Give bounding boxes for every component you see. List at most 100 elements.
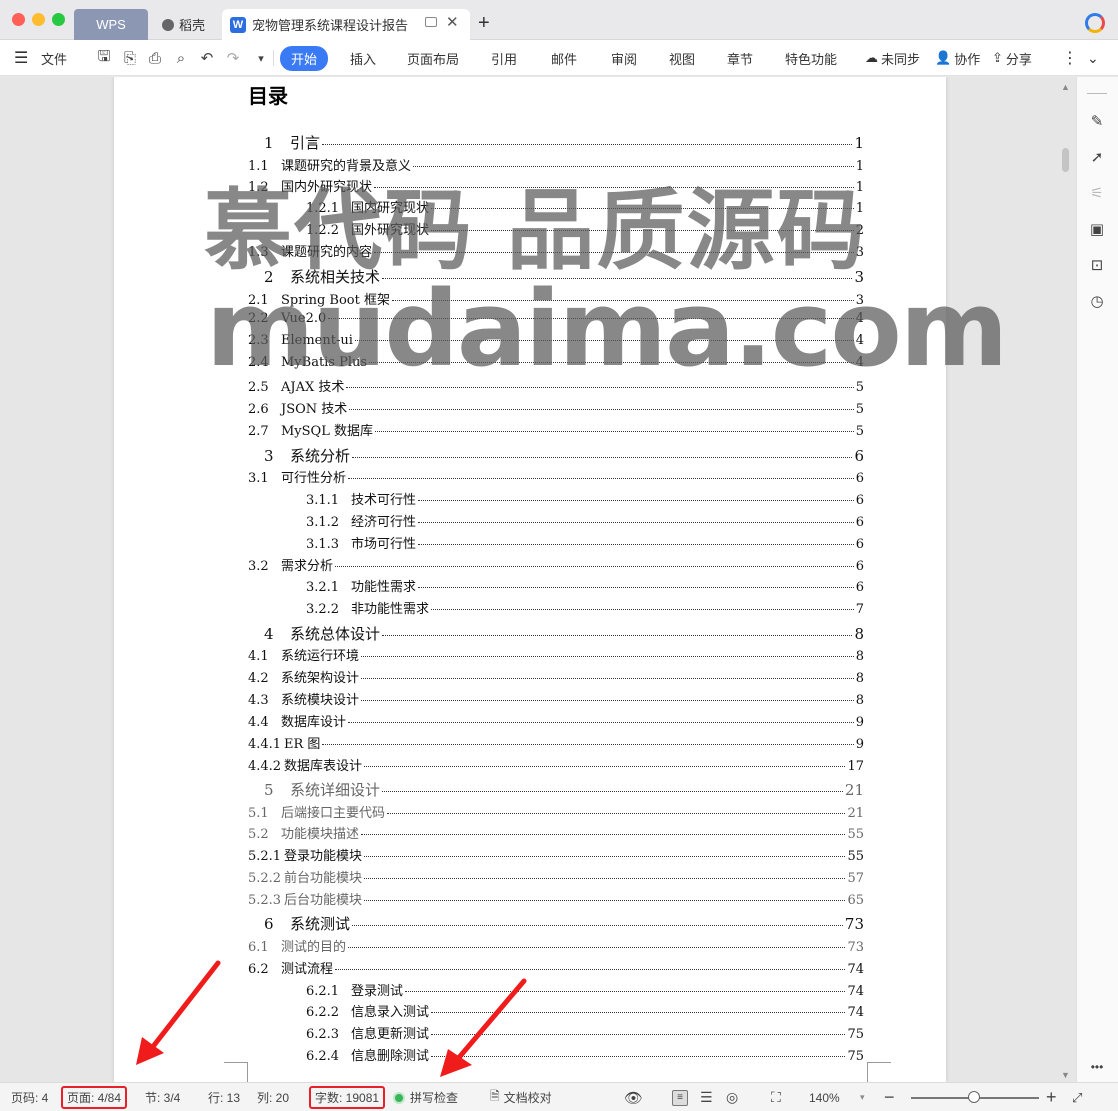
menu-review[interactable]: 审阅 <box>611 40 637 76</box>
spell-check-button[interactable]: 拼写检查 <box>393 1083 458 1111</box>
share-button[interactable]: ⇪ 分享 <box>992 40 1032 76</box>
toc-entry[interactable]: 2 系统相关技术 3 <box>264 266 864 287</box>
zoom-level[interactable]: 140% <box>809 1083 840 1111</box>
status-col[interactable]: 列: 20 <box>257 1083 289 1111</box>
toc-entry[interactable]: 2.5 AJAX 技术 5 <box>248 376 864 395</box>
toc-entry[interactable]: 5.2.2 前台功能模块 57 <box>248 867 864 886</box>
toc-entry[interactable]: 6.2.1 登录测试 74 <box>306 980 864 999</box>
toc-entry[interactable]: 6.1 测试的目的 73 <box>248 936 864 955</box>
toc-entry[interactable]: 4.4.1 ER 图 9 <box>248 733 864 752</box>
scroll-up-arrow[interactable]: ▲ <box>1061 82 1070 92</box>
export-pdf-icon[interactable]: ⎘ <box>121 49 139 67</box>
menu-mailings[interactable]: 邮件 <box>551 40 577 76</box>
toc-entry[interactable]: 5.2.1 登录功能模块 55 <box>248 845 864 864</box>
menu-file[interactable]: 文件 <box>41 40 67 76</box>
zoom-dropdown-icon[interactable]: ▾ <box>860 1083 865 1111</box>
close-tab-icon[interactable]: ✕ <box>446 13 459 31</box>
page-view-icon[interactable]: ≡ <box>672 1083 688 1111</box>
toc-entry[interactable]: 4.4.2 数据库表设计 17 <box>248 755 864 774</box>
tab-wps[interactable]: WPS <box>74 9 148 40</box>
more-icon[interactable]: ⋮ <box>1062 40 1078 76</box>
toc-entry[interactable]: 4.1 系统运行环境 8 <box>248 645 864 664</box>
save-icon[interactable]: 🖫 <box>95 48 113 67</box>
vertical-scrollbar-thumb[interactable] <box>1062 148 1069 172</box>
toc-entry[interactable]: 2.6 JSON 技术 5 <box>248 398 864 417</box>
status-word-count[interactable]: 字数: 19081 <box>309 1083 386 1111</box>
collapse-ribbon-icon[interactable]: ⌄ <box>1087 40 1099 76</box>
toc-entry[interactable]: 1.2 国内外研究现状 1 <box>248 176 864 195</box>
hamburger-menu-icon[interactable]: ☰ <box>14 40 28 76</box>
menu-chapter[interactable]: 章节 <box>727 40 753 76</box>
toc-entry[interactable]: 3.1.1 技术可行性 6 <box>306 489 864 508</box>
history-icon[interactable]: ◷ <box>1087 291 1107 311</box>
toc-entry[interactable]: 4.3 系统模块设计 8 <box>248 689 864 708</box>
toc-entry[interactable]: 1.2.1 国内研究现状 1 <box>306 197 864 216</box>
select-pointer-icon[interactable]: ➚ <box>1087 147 1107 167</box>
zoom-in-icon[interactable]: + <box>1046 1083 1057 1111</box>
status-page[interactable]: 页面: 4/84 <box>61 1083 128 1111</box>
maximize-window-button[interactable] <box>52 13 65 26</box>
menu-insert[interactable]: 插入 <box>350 40 376 76</box>
toc-entry[interactable]: 6.2.3 信息更新测试 75 <box>306 1023 864 1042</box>
image-text-icon[interactable]: ▣ <box>1087 219 1107 239</box>
menu-page-layout[interactable]: 页面布局 <box>407 40 459 76</box>
tab-docer[interactable]: 稻壳 <box>156 9 222 40</box>
more-dots-icon[interactable]: ••• <box>1087 1057 1107 1077</box>
undo-icon[interactable]: ↶ <box>198 49 216 67</box>
new-tab-button[interactable]: + <box>478 12 490 35</box>
window-mode-icon[interactable] <box>425 17 437 27</box>
close-window-button[interactable] <box>12 13 25 26</box>
toc-entry[interactable]: 1.3 课题研究的内容 3 <box>248 241 864 260</box>
print-icon[interactable]: ⎙ <box>146 49 164 67</box>
eye-protection-icon[interactable]: 👁 <box>624 1083 643 1111</box>
status-row[interactable]: 行: 13 <box>208 1083 240 1111</box>
adjust-sliders-icon[interactable]: ⚟ <box>1087 183 1107 203</box>
toc-entry[interactable]: 3.1.3 市场可行性 6 <box>306 533 864 552</box>
scroll-down-arrow[interactable]: ▼ <box>1061 1070 1070 1080</box>
toc-entry[interactable]: 5.2.3 后台功能模块 65 <box>248 889 864 908</box>
collab-button[interactable]: 👤 协作 <box>935 40 980 76</box>
toc-entry[interactable]: 5 系统详细设计 21 <box>264 779 864 800</box>
toc-entry[interactable]: 2.4 MyBatis Plus 4 <box>248 355 864 370</box>
proofread-button[interactable]: 🗎 文档校对 <box>490 1083 552 1111</box>
toc-entry[interactable]: 4.4 数据库设计 9 <box>248 711 864 730</box>
status-page-code[interactable]: 页码: 4 <box>11 1083 48 1111</box>
minimize-window-button[interactable] <box>32 13 45 26</box>
zoom-slider-knob[interactable] <box>968 1091 980 1103</box>
status-section[interactable]: 节: 3/4 <box>145 1083 180 1111</box>
toc-entry[interactable]: 2.1 Spring Boot 框架 3 <box>248 289 864 308</box>
toc-entry[interactable]: 5.1 后端接口主要代码 21 <box>248 802 864 821</box>
toc-entry[interactable]: 6.2 测试流程 74 <box>248 958 864 977</box>
toc-entry[interactable]: 4.2 系统架构设计 8 <box>248 667 864 686</box>
toc-entry[interactable]: 6.2.2 信息录入测试 74 <box>306 1001 864 1020</box>
toc-entry[interactable]: 6.2.4 信息删除测试 75 <box>306 1045 864 1064</box>
redo-icon[interactable]: ↷ <box>224 49 242 67</box>
toc-entry[interactable]: 6 系统测试 73 <box>264 913 864 934</box>
toc-entry[interactable]: 3.1.2 经济可行性 6 <box>306 511 864 530</box>
outline-view-icon[interactable]: ☰ <box>700 1083 713 1111</box>
menu-view[interactable]: 视图 <box>669 40 695 76</box>
toc-entry[interactable]: 3.2 需求分析 6 <box>248 555 864 574</box>
fit-page-icon[interactable]: ⛶ <box>771 1083 781 1111</box>
image-tool-icon[interactable]: ⊡ <box>1087 255 1107 275</box>
pen-icon[interactable]: ✎ <box>1087 111 1107 131</box>
toc-entry[interactable]: 1 引言 1 <box>264 132 864 153</box>
menu-start[interactable]: 开始 <box>280 40 329 76</box>
toc-entry[interactable]: 1.2.2 国外研究现状 2 <box>306 219 864 238</box>
toc-entry[interactable]: 2.7 MySQL 数据库 5 <box>248 420 864 439</box>
print-preview-icon[interactable]: ⌕ <box>172 49 190 67</box>
zoom-out-icon[interactable]: − <box>884 1083 895 1111</box>
toc-entry[interactable]: 2.2 Vue2.0 4 <box>248 311 864 326</box>
toc-entry[interactable]: 3.1 可行性分析 6 <box>248 467 864 486</box>
toc-entry[interactable]: 3.2.1 功能性需求 6 <box>306 576 864 595</box>
web-view-icon[interactable]: ◎ <box>726 1083 738 1111</box>
tab-document[interactable]: W 宠物管理系统课程设计报告 ✕ <box>222 9 470 40</box>
toc-entry[interactable]: 5.2 功能模块描述 55 <box>248 823 864 842</box>
toc-entry[interactable]: 1.1 课题研究的背景及意义 1 <box>248 155 864 174</box>
account-icon[interactable] <box>1085 13 1105 33</box>
fullscreen-icon[interactable]: ⤢ <box>1072 1083 1082 1111</box>
menu-special-features[interactable]: 特色功能 <box>785 40 837 76</box>
menu-references[interactable]: 引用 <box>491 40 517 76</box>
toc-entry[interactable]: 3 系统分析 6 <box>264 445 864 466</box>
toc-entry[interactable]: 2.3 Element-ui 4 <box>248 333 864 348</box>
